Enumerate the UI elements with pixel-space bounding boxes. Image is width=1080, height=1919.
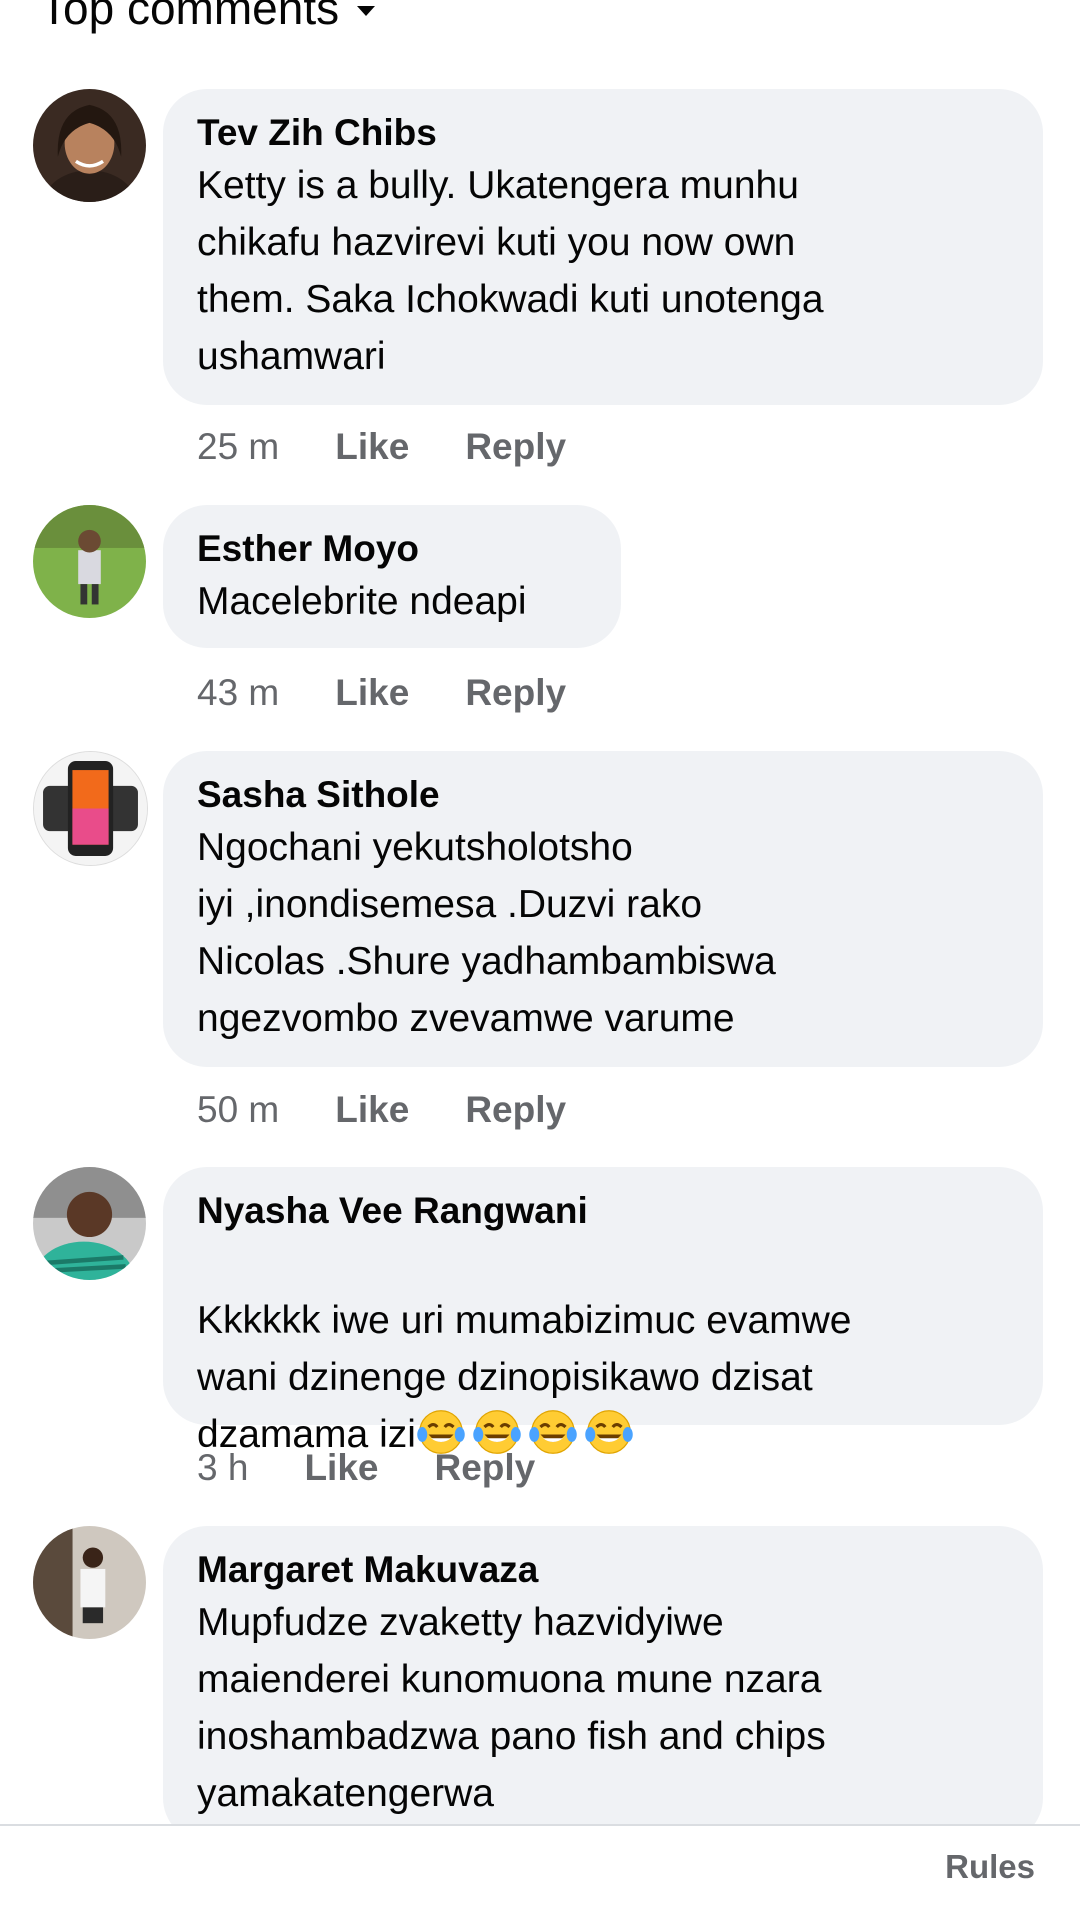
comment-timestamp[interactable]: 43 m: [197, 672, 279, 714]
avatar-woman-standing-icon: [33, 1526, 146, 1639]
comment-text: Mupfudze zvaketty hazvidyiwe maienderei …: [197, 1601, 826, 1815]
comment-actions: 3 h Like Reply: [197, 1443, 591, 1493]
footer-bar: [0, 1826, 1080, 1919]
sort-label: Top comments: [40, 0, 340, 34]
reply-button[interactable]: Reply: [434, 1447, 535, 1489]
avatar[interactable]: [33, 751, 148, 866]
like-button[interactable]: Like: [335, 1089, 409, 1131]
comment-text: Ketty is a bully. Ukatengera munhu chika…: [197, 164, 824, 378]
avatar-phone-icon: [34, 752, 147, 865]
avatar[interactable]: [33, 1167, 146, 1280]
like-button[interactable]: Like: [335, 426, 409, 468]
comment-author[interactable]: Nyasha Vee Rangwani: [197, 1187, 1009, 1235]
comment-text: Ngochani yekutsholotsho iyi ,inondisemes…: [197, 826, 776, 1040]
reply-button[interactable]: Reply: [465, 672, 566, 714]
comment-author[interactable]: Tev Zih Chibs: [197, 109, 1009, 157]
avatar-woman-icon: [33, 89, 146, 202]
comment-actions: 43 m Like Reply: [197, 668, 622, 718]
divider: [0, 1824, 1080, 1826]
comments-sort-dropdown[interactable]: Top comments: [40, 0, 376, 38]
reply-button[interactable]: Reply: [465, 1089, 566, 1131]
comment-actions: 25 m Like Reply: [197, 422, 622, 472]
comment-text: Kkkkkk iwe uri mumabizimuc evamwe wani d…: [197, 1235, 1009, 1463]
avatar-child-icon: [33, 505, 146, 618]
caret-down-icon: [357, 6, 376, 16]
avatar[interactable]: [33, 89, 146, 202]
comment-bubble[interactable]: Nyasha Vee Rangwani Kkkkkk iwe uri mumab…: [163, 1167, 1043, 1456]
comment-author[interactable]: Margaret Makuvaza: [197, 1546, 1009, 1594]
comment-bubble[interactable]: Margaret Makuvaza Mupfudze zvaketty hazv…: [163, 1526, 1043, 1842]
like-button[interactable]: Like: [335, 672, 409, 714]
avatar-man-icon: [33, 1167, 146, 1280]
comment-author[interactable]: Sasha Sithole: [197, 771, 1009, 819]
rules-link[interactable]: Rules: [945, 1848, 1035, 1886]
avatar[interactable]: [33, 1526, 146, 1639]
comment-bubble[interactable]: Sasha Sithole Ngochani yekutsholotsho iy…: [163, 751, 1043, 1067]
comment-timestamp[interactable]: 50 m: [197, 1089, 279, 1131]
avatar[interactable]: [33, 505, 146, 618]
comment-bubble[interactable]: Esther Moyo Macelebrite ndeapi: [163, 505, 621, 648]
like-button[interactable]: Like: [304, 1447, 378, 1489]
comment-bubble[interactable]: Tev Zih Chibs Ketty is a bully. Ukatenge…: [163, 89, 1043, 405]
tears-of-joy-emoji-icon: [585, 1410, 633, 1454]
comment-timestamp[interactable]: 25 m: [197, 426, 279, 468]
reply-button[interactable]: Reply: [465, 426, 566, 468]
comment-actions: 50 m Like Reply: [197, 1085, 622, 1135]
comment-text: Macelebrite ndeapi: [197, 580, 527, 623]
comment-timestamp[interactable]: 3 h: [197, 1447, 248, 1489]
comment-author[interactable]: Esther Moyo: [197, 525, 587, 573]
